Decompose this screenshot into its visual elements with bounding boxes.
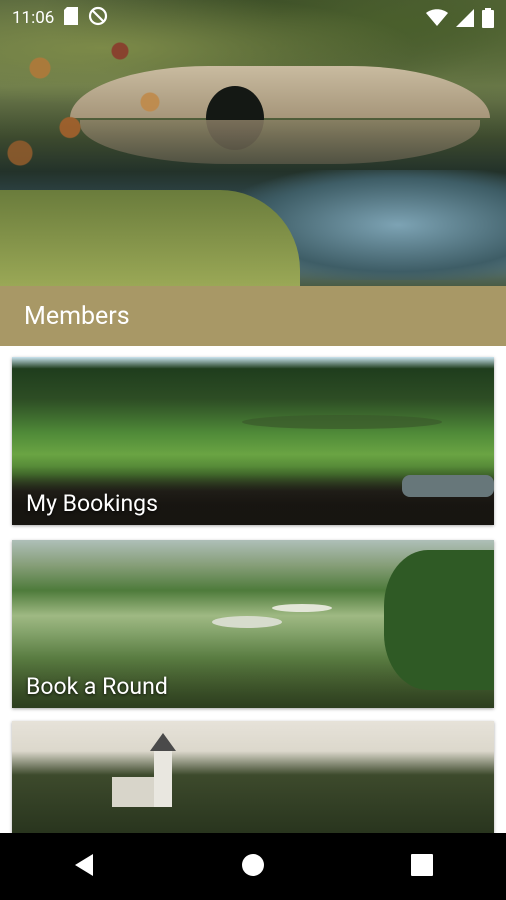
back-button[interactable] bbox=[54, 837, 114, 897]
card-image-detail bbox=[384, 550, 494, 690]
card-image-detail bbox=[272, 604, 332, 612]
my-bookings-label: My Bookings bbox=[26, 490, 158, 517]
card-image-detail bbox=[242, 415, 442, 429]
back-icon bbox=[73, 853, 95, 881]
card-image-detail bbox=[402, 475, 494, 497]
clubhouse-card[interactable] bbox=[12, 721, 494, 841]
recents-icon bbox=[410, 853, 433, 880]
home-icon bbox=[241, 853, 265, 881]
signal-icon bbox=[456, 9, 474, 32]
book-a-round-card[interactable]: Book a Round bbox=[12, 540, 494, 708]
my-bookings-card[interactable]: My Bookings bbox=[12, 357, 494, 525]
navigation-bar bbox=[0, 833, 506, 900]
hero-image bbox=[0, 0, 506, 286]
do-not-disturb-icon bbox=[88, 6, 108, 31]
recents-button[interactable] bbox=[392, 837, 452, 897]
home-button[interactable] bbox=[223, 837, 283, 897]
sd-card-icon bbox=[64, 6, 79, 30]
section-header: Members bbox=[0, 286, 506, 346]
wifi-icon bbox=[426, 9, 448, 32]
card-image-detail bbox=[212, 616, 282, 628]
status-time: 11:06 bbox=[12, 8, 55, 28]
card-image-detail bbox=[154, 747, 172, 807]
battery-icon bbox=[482, 8, 494, 33]
section-title: Members bbox=[24, 301, 130, 331]
hero-grass bbox=[0, 190, 300, 286]
status-bar: 11:06 bbox=[0, 0, 506, 36]
book-a-round-label: Book a Round bbox=[26, 673, 168, 700]
card-image-detail bbox=[150, 733, 176, 751]
